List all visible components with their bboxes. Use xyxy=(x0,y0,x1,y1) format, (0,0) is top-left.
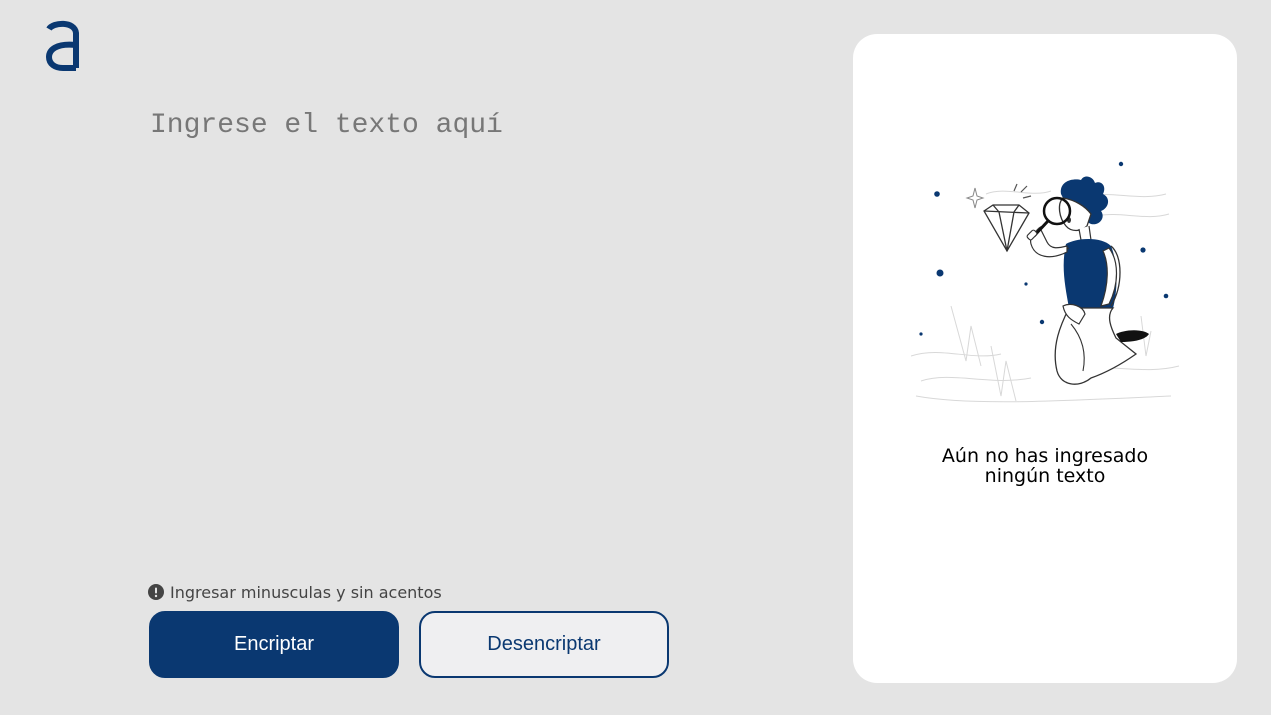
empty-state-line-2: ningún texto xyxy=(984,465,1106,487)
empty-state-line-1: Aún no has ingresado xyxy=(941,445,1149,467)
person-with-magnifying-glass-illustration xyxy=(911,161,1180,403)
alura-logo-icon[interactable] xyxy=(44,19,82,71)
input-hint: Ingresar minusculas y sin acentos xyxy=(148,582,442,602)
decrypt-button[interactable]: Desencriptar xyxy=(419,611,669,678)
decrypt-button-label: Desencriptar xyxy=(487,633,601,655)
encrypt-button-label: Encriptar xyxy=(233,633,315,655)
empty-state-message: Aún no has ingresado ningún texto xyxy=(853,446,1237,486)
message-input[interactable] xyxy=(150,108,790,548)
encrypt-button[interactable]: Encriptar xyxy=(149,611,399,678)
output-panel: Aún no has ingresado ningún texto xyxy=(853,34,1237,683)
exclamation-circle-icon xyxy=(148,584,164,600)
hint-text: Ingresar minusculas y sin acentos xyxy=(170,582,442,602)
